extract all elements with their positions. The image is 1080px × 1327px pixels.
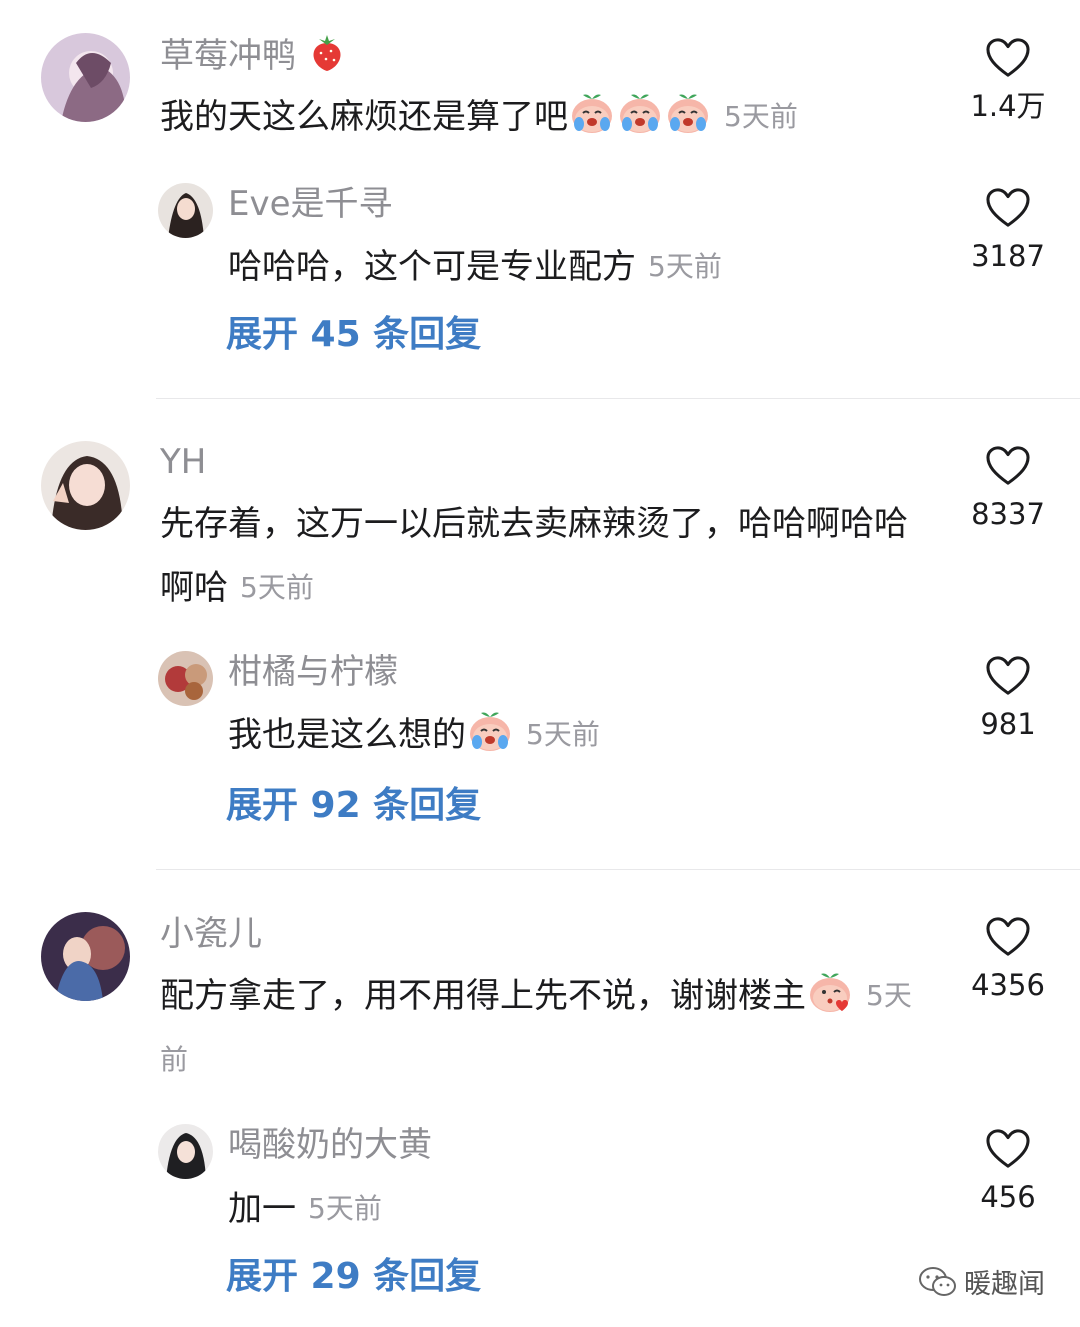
reply-time: 5天前: [526, 718, 600, 751]
strawberry-icon: [313, 35, 341, 71]
like-button[interactable]: 4356: [960, 916, 1056, 1002]
comment-text: 配方拿走了，用不用得上先不说，谢谢楼主: [160, 976, 806, 1016]
avatar[interactable]: [41, 912, 130, 1001]
comment-text: 我的天这么麻烦还是算了吧: [160, 97, 568, 137]
heart-icon: [985, 1128, 1031, 1170]
reply-username[interactable]: 柑橘与柠檬: [228, 652, 398, 692]
heart-icon: [985, 916, 1031, 958]
reply-username[interactable]: 喝酸奶的大黄: [228, 1125, 432, 1165]
avatar[interactable]: [41, 441, 130, 530]
heart-icon: [985, 445, 1031, 487]
like-count: 4356: [971, 968, 1045, 1002]
heart-icon: [985, 37, 1031, 79]
reply-time: 5天前: [308, 1192, 382, 1225]
heart-icon: [985, 655, 1031, 697]
reply-body: 加一 5天前: [228, 1177, 382, 1241]
comment-time: 5天前: [240, 571, 314, 604]
username[interactable]: YH: [160, 442, 206, 482]
like-button[interactable]: 3187: [960, 187, 1056, 273]
like-button[interactable]: 456: [960, 1128, 1056, 1214]
reply-time: 5天前: [648, 250, 722, 283]
comment-time: 5天前: [724, 100, 798, 133]
divider: [156, 398, 1080, 399]
like-button[interactable]: 8337: [960, 445, 1056, 531]
reply-text: 加一: [228, 1189, 296, 1229]
like-count: 3187: [971, 239, 1045, 273]
wechat-icon: [919, 1266, 956, 1296]
reply-text: 哈哈哈，这个可是专业配方: [228, 247, 636, 287]
reply-body: 我也是这么想的 5天前: [228, 703, 600, 767]
like-button[interactable]: 1.4万: [960, 37, 1056, 123]
username[interactable]: 小瓷儿: [160, 914, 262, 954]
reply-avatar[interactable]: [158, 183, 213, 238]
crying-emoji-icon: [616, 88, 664, 136]
crying-emoji-icon: [664, 88, 712, 136]
expand-replies-link[interactable]: 展开 45 条回复: [226, 313, 481, 357]
reply-body: 哈哈哈，这个可是专业配方 5天前: [228, 235, 722, 299]
expand-replies-link[interactable]: 展开 29 条回复: [226, 1255, 481, 1299]
watermark: 暖趣闻: [918, 1262, 1045, 1301]
reply-username[interactable]: Eve是千寻: [228, 184, 393, 224]
like-count: 1.4万: [970, 89, 1046, 123]
comment-body: 我的天这么麻烦还是算了吧 5天前: [160, 85, 920, 149]
comment-body: 配方拿走了，用不用得上先不说，谢谢楼主 5天前: [160, 964, 920, 1092]
avatar[interactable]: [41, 33, 130, 122]
username-text: 草莓冲鸭: [160, 36, 296, 76]
comment-body: 先存着，这万一以后就去卖麻辣烫了，哈哈啊哈哈啊哈 5天前: [160, 492, 920, 620]
username[interactable]: 草莓冲鸭: [160, 33, 347, 76]
heart-icon: [985, 187, 1031, 229]
reply-avatar[interactable]: [158, 651, 213, 706]
like-count: 981: [980, 707, 1036, 741]
crying-emoji-icon: [466, 706, 514, 754]
expand-replies-link[interactable]: 展开 92 条回复: [226, 784, 481, 828]
reply-text: 我也是这么想的: [228, 715, 466, 755]
like-count: 8337: [971, 497, 1045, 531]
like-count: 456: [980, 1180, 1036, 1214]
kissing-emoji-icon: [806, 967, 854, 1015]
like-button[interactable]: 981: [960, 655, 1056, 741]
crying-emoji-icon: [568, 88, 616, 136]
watermark-text: 暖趣闻: [964, 1269, 1045, 1300]
reply-avatar[interactable]: [158, 1124, 213, 1179]
divider: [156, 869, 1080, 870]
